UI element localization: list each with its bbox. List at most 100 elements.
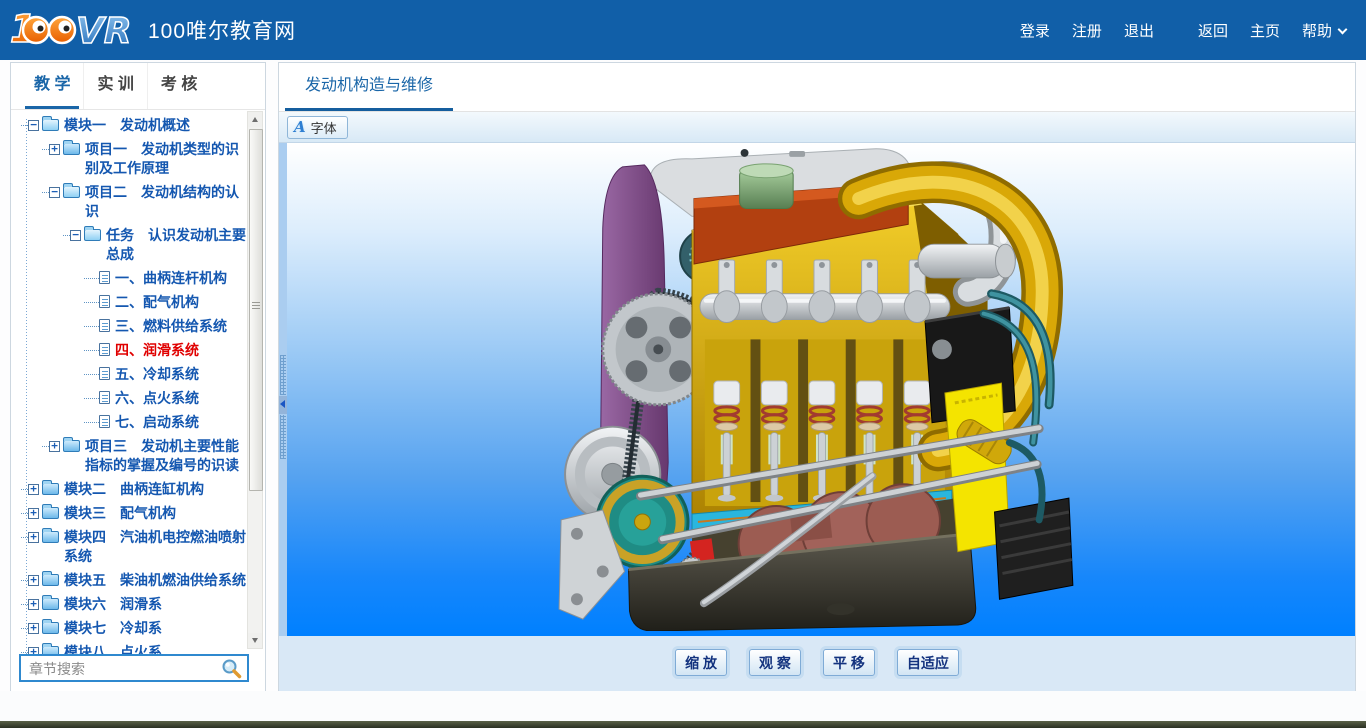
tree-connector <box>21 489 28 490</box>
search-icon[interactable] <box>221 658 242 684</box>
tree-item-label[interactable]: 模块四 汽油机电控燃油喷射系统 <box>64 528 247 566</box>
tree-item: − 任务 认识发动机主要总成 <box>11 226 247 264</box>
expand-icon[interactable]: + <box>49 441 60 452</box>
tree-connector <box>84 374 99 375</box>
splitter-grip <box>280 415 286 459</box>
tree-connector <box>84 302 99 303</box>
document-icon <box>99 391 110 404</box>
logout-link[interactable]: 退出 <box>1124 20 1154 41</box>
back-link[interactable]: 返回 <box>1198 20 1228 41</box>
tree-item: 四、润滑系统 <box>11 341 247 360</box>
tree-item: 一、曲柄连杆机构 <box>11 269 247 288</box>
folder-icon <box>63 440 80 452</box>
tree-scrollbar[interactable] <box>247 111 263 649</box>
3d-viewer[interactable] <box>287 143 1355 636</box>
engine-model <box>541 145 1086 631</box>
chapter-search <box>19 654 249 682</box>
tree-item-label[interactable]: 模块七 冷却系 <box>64 619 162 638</box>
tree-item-label[interactable]: 项目二 发动机结构的认识 <box>85 183 247 221</box>
tree-item: 五、冷却系统 <box>11 365 247 384</box>
sidebar-tabs: 教 学实 训考 核 <box>11 63 265 110</box>
folder-icon <box>42 598 59 610</box>
tree-item: 三、燃料供给系统 <box>11 317 247 336</box>
tree-item-label[interactable]: 任务 认识发动机主要总成 <box>106 226 247 264</box>
document-icon <box>99 367 110 380</box>
site-logo[interactable]: 1 VR <box>10 6 136 55</box>
help-link[interactable]: 帮助 <box>1302 20 1346 41</box>
tree-item-label[interactable]: 一、曲柄连杆机构 <box>115 269 227 288</box>
observe-button[interactable]: 观 察 <box>749 649 801 676</box>
tree-connector <box>42 446 49 447</box>
tree-connector <box>21 125 28 126</box>
search-input[interactable] <box>27 656 216 682</box>
expand-icon[interactable]: + <box>28 599 39 610</box>
tree-item-label[interactable]: 二、配气机构 <box>115 293 199 312</box>
tree-item-label[interactable]: 项目一 发动机类型的识别及工作原理 <box>85 140 247 178</box>
scroll-down-icon[interactable] <box>248 633 262 648</box>
folder-icon <box>42 622 59 634</box>
tree-item-label[interactable]: 六、点火系统 <box>115 389 199 408</box>
page-bottom-strip <box>0 721 1366 728</box>
pan-button[interactable]: 平 移 <box>823 649 875 676</box>
collapse-handle-icon[interactable] <box>279 396 287 414</box>
collapse-icon[interactable]: − <box>49 187 60 198</box>
register-link[interactable]: 注册 <box>1072 20 1102 41</box>
tree-item-label[interactable]: 模块六 润滑系 <box>64 595 162 614</box>
expand-icon[interactable]: + <box>28 575 39 586</box>
tree-item-label[interactable]: 项目三 发动机主要性能指标的掌握及编号的识读 <box>85 437 247 475</box>
tree-item-label[interactable]: 四、润滑系统 <box>115 341 199 360</box>
header: 1 VR 100唯尔教育网 登录注册退出返回主页帮助 <box>0 0 1366 60</box>
tree-item-label[interactable]: 七、启动系统 <box>115 413 199 432</box>
folder-icon <box>63 186 80 198</box>
viewer-controls: 缩 放观 察平 移自适应 <box>279 636 1355 691</box>
tree-item: 七、启动系统 <box>11 413 247 432</box>
main-panel: 发动机构造与维修 A 字体 <box>278 62 1356 691</box>
sidebar-tab-teaching[interactable]: 教 学 <box>21 63 84 109</box>
login-link[interactable]: 登录 <box>1020 20 1050 41</box>
tree-item: 六、点火系统 <box>11 389 247 408</box>
font-button[interactable]: A 字体 <box>287 116 348 139</box>
tree-item-label[interactable]: 模块五 柴油机燃油供给系统 <box>64 571 246 590</box>
tree-connector <box>84 398 99 399</box>
collapse-icon[interactable]: − <box>70 230 81 241</box>
tree-connector <box>84 350 99 351</box>
expand-icon[interactable]: + <box>28 532 39 543</box>
viewer-row <box>279 143 1355 636</box>
tree-item-label[interactable]: 模块一 发动机概述 <box>64 116 190 135</box>
home-link[interactable]: 主页 <box>1250 20 1280 41</box>
tree-item: + 模块三 配气机构 <box>11 504 247 523</box>
document-icon <box>99 415 110 428</box>
tree-item: − 模块一 发动机概述 <box>11 116 247 135</box>
tree-item-label[interactable]: 模块二 曲柄连缸机构 <box>64 480 204 499</box>
tab-engine-course[interactable]: 发动机构造与维修 <box>285 63 453 111</box>
expand-icon[interactable]: + <box>28 484 39 495</box>
tree-item-label[interactable]: 模块三 配气机构 <box>64 504 176 523</box>
tree-item: + 项目三 发动机主要性能指标的掌握及编号的识读 <box>11 437 247 475</box>
document-icon <box>99 343 110 356</box>
folder-icon <box>42 483 59 495</box>
top-nav: 登录 注册 退出 返回 主页 帮助 <box>998 20 1346 41</box>
tree-connector <box>21 537 28 538</box>
tree-connector <box>63 235 70 236</box>
sidebar-tab-training[interactable]: 实 训 <box>84 63 147 109</box>
expand-icon[interactable]: + <box>28 623 39 634</box>
tree-item: + 模块五 柴油机燃油供给系统 <box>11 571 247 590</box>
zoom-button[interactable]: 缩 放 <box>675 649 727 676</box>
tree-item: + 模块四 汽油机电控燃油喷射系统 <box>11 528 247 566</box>
logo-100vr-icon: 1 VR <box>10 6 136 50</box>
page: 1 VR 100唯尔教育网 登录注册退出返回主页帮助 教 学实 训考 核 −模块… <box>0 0 1366 728</box>
scroll-up-icon[interactable] <box>248 112 262 127</box>
panel-splitter[interactable] <box>279 143 287 636</box>
scrollbar-thumb[interactable] <box>249 129 263 491</box>
collapse-icon[interactable]: − <box>28 120 39 131</box>
sidebar-tab-assessment[interactable]: 考 核 <box>148 63 210 109</box>
tree-item: + 模块七 冷却系 <box>11 619 247 638</box>
autofit-button[interactable]: 自适应 <box>897 649 959 676</box>
tree-connector <box>21 604 28 605</box>
expand-icon[interactable]: + <box>28 508 39 519</box>
tree-connector <box>21 580 28 581</box>
folder-icon <box>42 507 59 519</box>
tree-item-label[interactable]: 五、冷却系统 <box>115 365 199 384</box>
expand-icon[interactable]: + <box>49 144 60 155</box>
tree-item-label[interactable]: 三、燃料供给系统 <box>115 317 227 336</box>
